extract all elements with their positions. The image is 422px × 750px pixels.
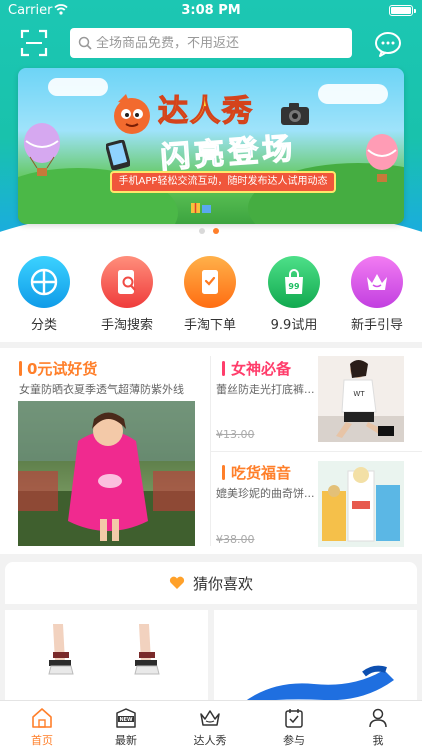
tab-label: 首页 <box>31 734 53 747</box>
goddess-title: 女神必备 <box>231 360 292 378</box>
scan-icon[interactable] <box>20 29 48 57</box>
message-icon[interactable] <box>374 30 402 58</box>
banner-subtitle: 闪亮登场 <box>159 131 298 177</box>
category-label: 新手引导 <box>350 318 403 333</box>
foodie-desc: 媲美珍妮的曲奇饼... <box>216 487 314 500</box>
phone-order-icon <box>202 270 218 294</box>
svg-text:WT: WT <box>353 390 365 398</box>
calendar-check-icon <box>285 709 303 728</box>
cloud-shape <box>48 78 108 96</box>
goddess-price: ¥13.00 <box>216 428 255 441</box>
category-icon-circle <box>101 256 153 308</box>
product-photo-snacks <box>318 461 404 547</box>
category-taobao-order[interactable]: 手淘下单 <box>175 256 245 333</box>
promo-banner[interactable]: 达人秀 闪亮登场 手机APP轻松交流互动，随时发布达人试用动态 <box>18 68 404 224</box>
category-classify[interactable]: 分类 <box>9 256 79 333</box>
crown-outline-icon <box>200 710 220 726</box>
search-icon <box>78 36 92 50</box>
category-shortcuts: 分类 手淘搜索 手淘下单 99 9.9试用 新手引导 <box>0 250 422 342</box>
tab-talent-show[interactable]: 达人秀 <box>180 707 240 748</box>
crown-icon <box>367 274 387 290</box>
tab-label: 最新 <box>115 734 137 747</box>
free-trial-desc: 女童防晒衣夏季透气超薄防紫外线 <box>19 383 184 396</box>
status-bar: Carrier 3:08 PM <box>0 0 422 22</box>
home-icon <box>32 708 52 728</box>
heart-icon <box>169 576 185 589</box>
phone-search-icon <box>118 270 136 294</box>
gift-icon <box>191 203 211 213</box>
foodie-title: 吃货福音 <box>231 464 292 482</box>
category-trial-99[interactable]: 99 9.9试用 <box>259 256 329 333</box>
shopping-bag-icon: 99 <box>285 269 303 294</box>
search-box[interactable] <box>70 28 352 58</box>
tab-me[interactable]: 我 <box>348 707 408 748</box>
tab-participate[interactable]: 参与 <box>264 707 324 748</box>
cloud-shape <box>318 84 388 104</box>
category-label: 分类 <box>30 318 57 333</box>
product-card[interactable] <box>214 610 417 702</box>
free-trial-card[interactable]: 0元试好货 女童防晒衣夏季透气超薄防紫外线 <box>0 348 210 554</box>
phone-icon <box>106 140 130 170</box>
carousel-dot-active[interactable] <box>213 228 219 234</box>
banner-title: 达人秀 <box>157 93 254 129</box>
product-photo-tshirt: WT <box>318 356 404 442</box>
category-label: 手淘下单 <box>183 318 236 333</box>
hot-air-balloon-icon <box>366 134 398 182</box>
goddess-desc: 蕾丝防走光打底裤... <box>216 383 314 396</box>
tab-label: 我 <box>372 734 384 747</box>
product-photo-girl-sun-coat <box>18 401 195 546</box>
category-icon-circle <box>184 256 236 308</box>
header: Carrier 3:08 PM 全场商品免费，不用返还 达人秀 闪亮登场 手机A… <box>0 0 422 250</box>
grid-icon <box>30 268 58 296</box>
new-badge-icon: NEW <box>116 708 136 728</box>
promo-grid: 0元试好货 女童防晒衣夏季透气超薄防紫外线 女神必备 蕾丝防走光打底裤... ¥… <box>0 348 422 554</box>
free-trial-title: 0元试好货 <box>27 360 98 378</box>
divider <box>211 451 422 452</box>
section-bar <box>222 465 225 480</box>
hot-air-balloon-icon <box>24 123 60 176</box>
product-card[interactable] <box>5 610 208 702</box>
clock: 3:08 PM <box>181 3 241 18</box>
category-taobao-search[interactable]: 手淘搜索 <box>92 256 162 333</box>
carousel-dot[interactable] <box>199 228 205 234</box>
section-bar <box>222 361 225 376</box>
battery-icon <box>389 5 416 16</box>
product-photo-sandals <box>48 624 160 675</box>
category-beginner-guide[interactable]: 新手引导 <box>342 256 412 333</box>
tab-latest[interactable]: NEW 最新 <box>96 707 156 748</box>
tab-label: 参与 <box>283 734 305 747</box>
category-icon-circle: 99 <box>268 256 320 308</box>
category-label: 9.9试用 <box>270 318 318 333</box>
tab-bar: 首页 NEW 最新 达人秀 参与 我 <box>0 700 422 750</box>
camera-icon <box>281 103 309 125</box>
section-bar <box>19 361 22 376</box>
tab-home[interactable]: 首页 <box>12 707 72 748</box>
guess-you-like-title: 猜你喜欢 <box>192 574 253 593</box>
search-input[interactable] <box>96 35 346 51</box>
banner-ribbon: 手机APP轻松交流互动，随时发布达人试用动态 <box>110 171 336 193</box>
product-photo-blue-strap <box>244 665 394 702</box>
category-label: 手淘搜索 <box>100 318 153 333</box>
tab-label: 达人秀 <box>193 734 227 747</box>
category-icon-circle <box>18 256 70 308</box>
mascot-icon <box>114 94 150 134</box>
user-icon <box>369 708 387 728</box>
svg-text:NEW: NEW <box>119 717 133 723</box>
foodie-price: ¥38.00 <box>216 533 255 546</box>
guess-you-like-header: 猜你喜欢 <box>5 562 417 604</box>
carousel-indicator <box>199 228 219 234</box>
svg-text:99: 99 <box>288 282 300 291</box>
category-icon-circle <box>351 256 403 308</box>
